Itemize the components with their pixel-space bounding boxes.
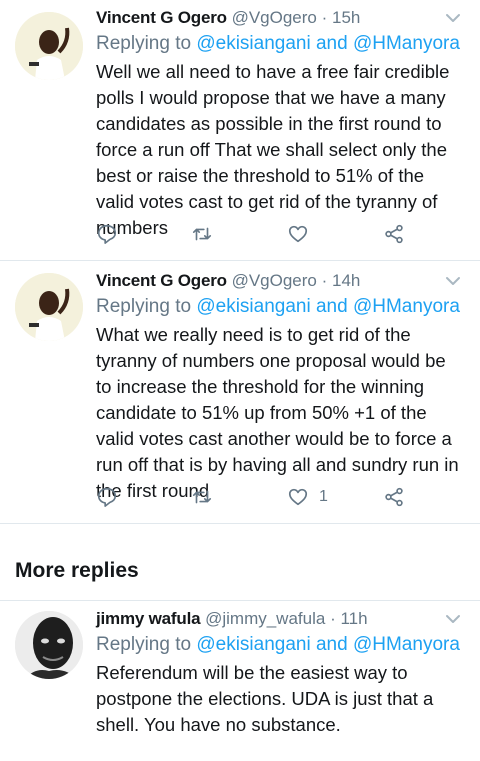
tweet-header: Vincent G Ogero @VgOgero · 15h [96, 7, 466, 29]
display-name[interactable]: jimmy wafula [96, 609, 201, 628]
tweet-text: Well we all need to have a free fair cre… [96, 61, 450, 238]
mention-link[interactable]: @ekisiangani [196, 634, 310, 655]
replying-to: Replying to @ekisiangani and @HManyora [96, 294, 466, 320]
replying-to: Replying to @ekisiangani and @HManyora [96, 31, 466, 57]
avatar[interactable] [15, 273, 83, 341]
like-button[interactable]: 1 [287, 484, 328, 510]
tweet-actions: 1 [96, 484, 436, 510]
tweet-text: What we really need is to get rid of the… [96, 324, 459, 501]
separator-dot: · [330, 609, 336, 628]
user-handle[interactable]: @VgOgero [232, 8, 317, 27]
reply-tweet[interactable]: Vincent G Ogero @VgOgero · 14h Replying … [0, 261, 480, 524]
mention-link[interactable]: @ekisiangani [196, 296, 310, 317]
reply-button[interactable] [96, 484, 118, 510]
like-icon [288, 225, 308, 243]
share-icon [385, 224, 403, 244]
like-button[interactable] [287, 221, 319, 247]
mention-and[interactable]: and [316, 296, 348, 317]
reply-tweet[interactable]: jimmy wafula @jimmy_wafula · 11h Replyin… [0, 601, 480, 761]
user-handle[interactable]: @jimmy_wafula [205, 609, 325, 628]
replying-to-label: Replying to [96, 634, 192, 655]
separator-dot: · [321, 271, 328, 290]
like-icon [288, 488, 308, 506]
tweet-header: jimmy wafula @jimmy_wafula · 11h [96, 608, 466, 630]
timestamp[interactable]: 11h [340, 609, 367, 628]
reply-button[interactable] [96, 221, 118, 247]
replying-to: Replying to @ekisiangani and @HManyora [96, 632, 466, 658]
retweet-icon [192, 227, 212, 241]
like-count: 1 [319, 488, 328, 505]
replying-to-label: Replying to [96, 33, 192, 54]
tweet-actions [96, 221, 436, 247]
display-name[interactable]: Vincent G Ogero [96, 271, 227, 290]
section-gap [0, 524, 480, 542]
retweet-icon [192, 490, 212, 504]
separator-dot: · [321, 8, 328, 27]
timestamp[interactable]: 15h [332, 8, 360, 27]
tweet-text: Referendum will be the easiest way to po… [96, 662, 434, 735]
user-handle[interactable]: @VgOgero [232, 271, 317, 290]
chevron-down-icon[interactable] [444, 610, 462, 628]
mention-link[interactable]: @HManyora [353, 33, 460, 54]
chevron-down-icon[interactable] [444, 9, 462, 27]
chevron-down-icon[interactable] [444, 272, 462, 290]
mention-link[interactable]: @HManyora [353, 634, 460, 655]
avatar[interactable] [15, 611, 83, 679]
reply-icon [97, 487, 117, 507]
reply-icon [97, 224, 117, 244]
more-replies-heading: More replies [0, 542, 480, 601]
reply-tweet[interactable]: Vincent G Ogero @VgOgero · 15h Replying … [0, 0, 480, 261]
display-name[interactable]: Vincent G Ogero [96, 8, 227, 27]
tweet-header: Vincent G Ogero @VgOgero · 14h [96, 270, 466, 292]
retweet-button[interactable] [191, 484, 213, 510]
mention-and[interactable]: and [316, 634, 348, 655]
mention-and[interactable]: and [316, 33, 348, 54]
share-icon [385, 487, 403, 507]
mention-link[interactable]: @ekisiangani [196, 33, 310, 54]
replying-to-label: Replying to [96, 296, 192, 317]
mention-link[interactable]: @HManyora [353, 296, 460, 317]
share-button[interactable] [383, 484, 405, 510]
timestamp[interactable]: 14h [332, 271, 360, 290]
share-button[interactable] [383, 221, 405, 247]
retweet-button[interactable] [191, 221, 213, 247]
avatar[interactable] [15, 12, 83, 80]
